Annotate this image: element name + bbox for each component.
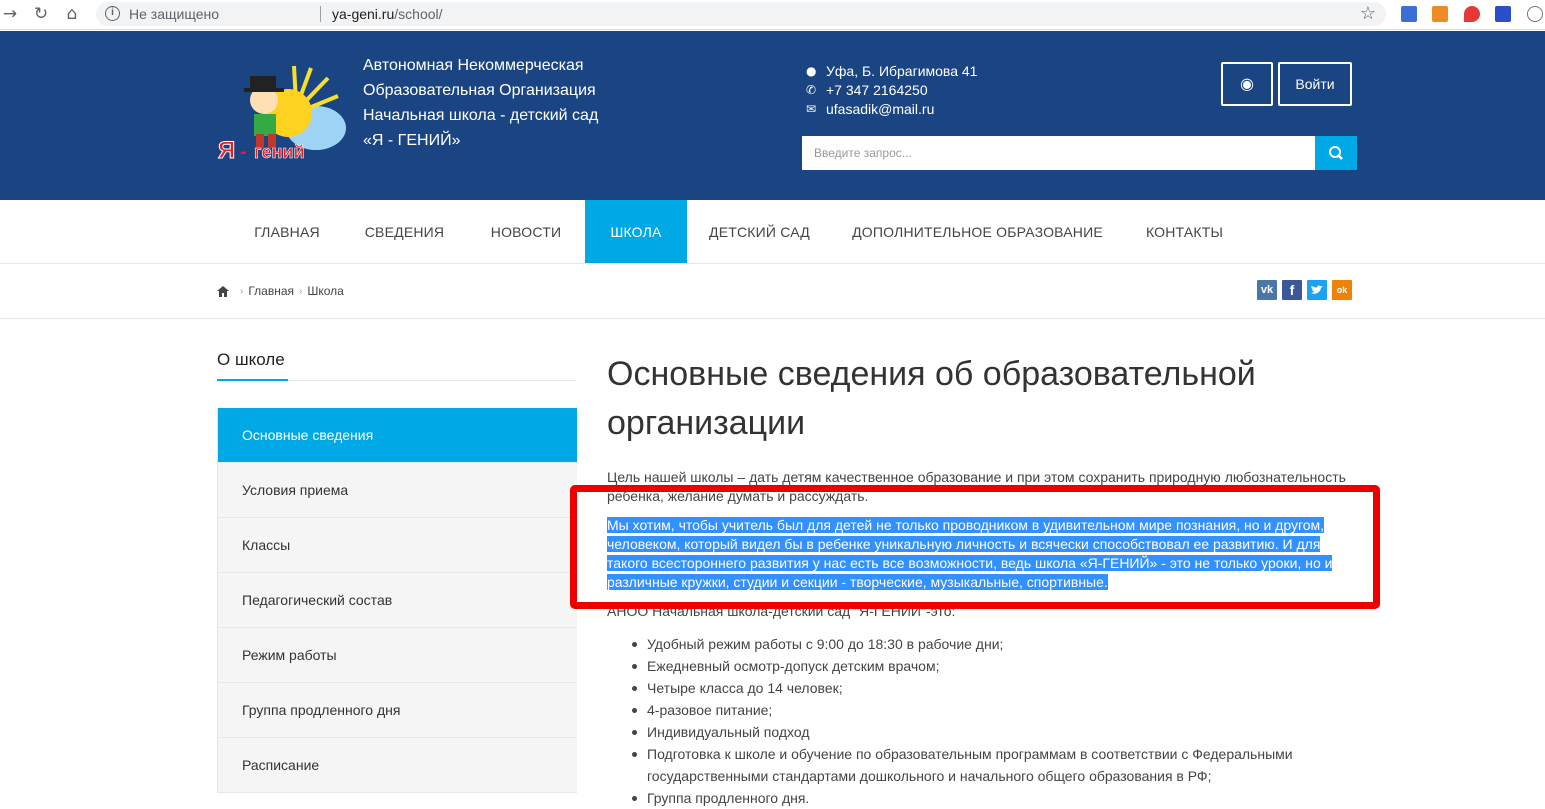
search-input[interactable]: Введите запрос... [802,136,1315,170]
phone-text[interactable]: +7 347 2164250 [826,81,928,100]
features-list: Удобный режим работы с 9:00 до 18:30 в р… [632,633,1367,809]
extension-translate-icon[interactable] [1495,6,1511,22]
svg-text:-: - [240,141,247,162]
extension-pin-icon[interactable] [1464,6,1480,22]
organization-name: Автономная Некоммерческая Образовательна… [363,53,623,153]
accessibility-eye-button[interactable]: ◉ [1221,62,1273,106]
login-button[interactable]: Войти [1278,62,1352,106]
chevron-right-icon: › [299,285,303,297]
site-header: Я - гений Автономная Некоммерческая Обра… [0,31,1545,200]
sidebar-item-staff[interactable]: Педагогический состав [218,573,577,628]
page-title: Основные сведения об образовательной орг… [607,350,1367,448]
home-icon[interactable]: ⌂ [62,4,82,24]
menu-item-extra-education[interactable]: ДОПОЛНИТЕЛЬНОЕ ОБРАЗОВАНИЕ [832,200,1123,263]
list-item: Группа продленного дня. [632,787,1367,809]
menu-item-contacts[interactable]: КОНТАКТЫ [1123,200,1246,263]
org-name-line: Начальная школа - детский сад [363,107,599,124]
org-name-line: Автономная Некоммерческая [363,57,584,74]
vk-share-icon[interactable]: vk [1257,280,1277,300]
sidebar-item-classes[interactable]: Классы [218,518,577,573]
menu-item-home[interactable]: ГЛАВНАЯ [232,200,342,263]
extension-globe-icon[interactable] [1527,6,1543,22]
map-marker-icon: ● [806,64,817,78]
bookmark-star-icon[interactable]: ☆ [1360,3,1376,24]
home-icon[interactable] [217,285,229,297]
menu-item-kindergarten[interactable]: ДЕТСКИЙ САД [687,200,832,263]
sidebar-menu: Основные сведения Условия приема Классы … [217,408,577,793]
breadcrumb-current: Школа [307,284,344,298]
search-button[interactable] [1315,136,1357,170]
sidebar-item-admission[interactable]: Условия приема [218,463,577,518]
school-logo[interactable]: Я - гений [216,58,346,162]
menu-item-school[interactable]: ШКОЛА [585,200,687,263]
address-text: Уфа, Б. Ибрагимова 41 [826,63,978,79]
menu-item-info[interactable]: СВЕДЕНИЯ [343,200,466,263]
sidebar-item-extended-day[interactable]: Группа продленного дня [218,683,577,738]
sidebar-item-schedule-mode[interactable]: Режим работы [218,628,577,683]
reload-icon[interactable]: ↻ [31,4,51,24]
extension-chart-icon[interactable] [1432,6,1448,22]
svg-text:Я: Я [218,137,235,162]
sidebar-item-timetable[interactable]: Расписание [218,738,577,793]
odnoklassniki-share-icon[interactable]: ok [1332,280,1352,300]
breadcrumb-home[interactable]: Главная [248,284,294,298]
facebook-share-icon[interactable]: f [1282,280,1302,300]
envelope-icon: ✉ [806,102,817,116]
svg-text:гений: гений [254,142,305,162]
list-item: Подготовка к школе и обучение по образов… [632,743,1367,765]
list-item: Ежедневный осмотр-допуск детским врачом; [632,655,1367,677]
email-text[interactable]: ufasadik@mail.ru [826,100,934,119]
info-icon[interactable]: i [105,6,120,21]
extension-icon[interactable] [1401,6,1417,22]
security-label: Не защищено [129,6,219,22]
list-item: 4-разовое питание; [632,699,1367,721]
sidebar-item-basic-info[interactable]: Основные сведения [218,408,577,463]
address-divider [320,6,321,22]
search-icon [1329,146,1343,160]
breadcrumb: › Главная › Школа [217,284,344,298]
annotation-highlight-box [570,485,1380,609]
main-menu: ГЛАВНАЯ СВЕДЕНИЯ НОВОСТИ ШКОЛА ДЕТСКИЙ С… [0,200,1545,264]
contact-info: ● Уфа, Б. Ибрагимова 41 ✆ +7 347 2164250 ✉… [806,62,977,119]
url-text[interactable]: ya-geni.ru/school/ [332,6,443,22]
breadcrumb-bar: › Главная › Школа vk f ok [0,264,1545,319]
list-item: Удобный режим работы с 9:00 до 18:30 в р… [632,633,1367,655]
twitter-bird-icon [1311,285,1323,294]
org-name-line: Образовательная Организация [363,82,596,99]
menu-item-news[interactable]: НОВОСТИ [467,200,585,263]
list-item-continuation: государственными стандартами дошкольного… [647,768,1212,784]
twitter-share-icon[interactable] [1307,280,1327,300]
page-title-line: Основные сведения об образовательной [607,355,1256,393]
page-title-line: организации [607,404,806,442]
sidebar-title: О школе [217,350,285,369]
browser-toolbar: → ↻ ⌂ i Не защищено ya-geni.ru/school/ ☆ [0,0,1545,30]
org-name-line: «Я - ГЕНИЙ» [363,132,461,149]
chevron-right-icon: › [240,285,244,297]
forward-icon[interactable]: → [0,4,20,24]
phone-icon: ✆ [806,83,817,97]
list-item: Индивидуальный подход [632,721,1367,743]
eye-slash-icon: ◉ [1240,74,1254,93]
address-bar[interactable]: i Не защищено ya-geni.ru/school/ ☆ [96,2,1386,26]
list-item: Четыре класса до 14 человек; [632,677,1367,699]
sidebar-title-accent [217,379,288,381]
